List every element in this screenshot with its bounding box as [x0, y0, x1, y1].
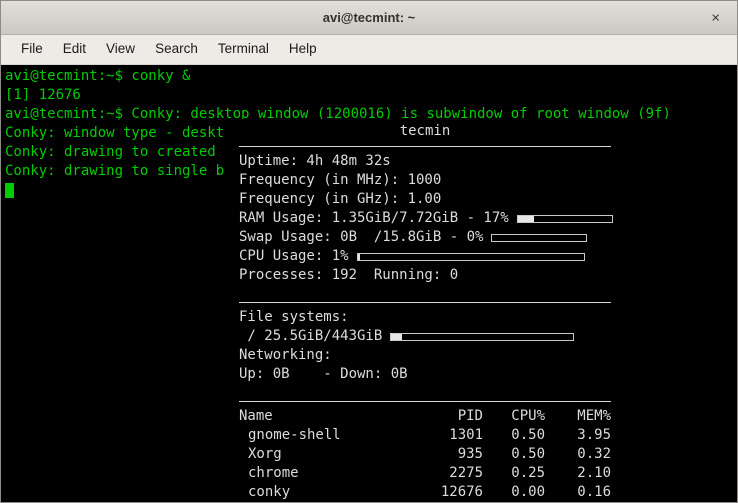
process-cpu: 0.50 — [483, 426, 545, 445]
conky-ram-text: RAM Usage: 1.35GiB/7.72GiB - 17% — [239, 209, 509, 228]
menu-view[interactable]: View — [96, 35, 145, 64]
process-table: Name PID CPU% MEM% gnome-shell 1301 0.50… — [239, 407, 611, 502]
col-pid-header: PID — [403, 407, 483, 426]
titlebar[interactable]: avi@tecmint: ~ × — [1, 1, 737, 35]
conky-net-row: Up: 0B - Down: 0B — [239, 365, 737, 384]
col-mem-header: MEM% — [545, 407, 611, 426]
swap-usage-bar — [491, 234, 587, 242]
conky-cpu-text: CPU Usage: 1% — [239, 247, 349, 266]
process-pid: 935 — [403, 445, 483, 464]
table-row: conky 12676 0.00 0.16 — [239, 483, 611, 502]
table-row: gnome-shell 1301 0.50 3.95 — [239, 426, 611, 445]
process-pid: 1301 — [403, 426, 483, 445]
menu-terminal[interactable]: Terminal — [208, 35, 279, 64]
menubar: File Edit View Search Terminal Help — [1, 35, 737, 65]
spacer — [239, 285, 737, 297]
menu-edit[interactable]: Edit — [53, 35, 96, 64]
process-mem: 2.10 — [545, 464, 611, 483]
process-mem: 3.95 — [545, 426, 611, 445]
conky-fs-header: File systems: — [239, 308, 737, 327]
filesystem-usage-bar — [390, 333, 574, 341]
conky-processes-count: Processes: 192 Running: 0 — [239, 266, 737, 285]
conky-swap-text: Swap Usage: 0B /15.8GiB - 0% — [239, 228, 483, 247]
table-row: chrome 2275 0.25 2.10 — [239, 464, 611, 483]
terminal-line: avi@tecmint:~$ conky & — [5, 67, 737, 86]
conky-divider — [239, 401, 611, 402]
process-mem: 0.16 — [545, 483, 611, 502]
conky-hostname: tecmin — [239, 122, 611, 141]
conky-net-header: Networking: — [239, 346, 737, 365]
ram-usage-bar — [517, 215, 613, 223]
terminal-line: [1] 12676 — [5, 86, 737, 105]
process-cpu: 0.50 — [483, 445, 545, 464]
process-name: chrome — [239, 464, 403, 483]
menu-file[interactable]: File — [11, 35, 53, 64]
close-icon[interactable]: × — [707, 8, 724, 27]
terminal-cursor — [5, 183, 14, 198]
process-table-header: Name PID CPU% MEM% — [239, 407, 611, 426]
col-cpu-header: CPU% — [483, 407, 545, 426]
menu-help[interactable]: Help — [279, 35, 327, 64]
conky-freq-ghz: Frequency (in GHz): 1.00 — [239, 190, 737, 209]
spacer — [239, 384, 737, 396]
process-name: Xorg — [239, 445, 403, 464]
conky-fs-text: / 25.5GiB/443GiB — [239, 327, 382, 346]
conky-fs-row: / 25.5GiB/443GiB — [239, 327, 737, 346]
window-title: avi@tecmint: ~ — [323, 10, 416, 25]
process-pid: 2275 — [403, 464, 483, 483]
cpu-usage-bar — [357, 253, 585, 261]
col-name-header: Name — [239, 407, 403, 426]
table-row: Xorg 935 0.50 0.32 — [239, 445, 611, 464]
conky-divider — [239, 302, 611, 303]
conky-ram-row: RAM Usage: 1.35GiB/7.72GiB - 17% — [239, 209, 737, 228]
conky-swap-row: Swap Usage: 0B /15.8GiB - 0% — [239, 228, 737, 247]
conky-uptime: Uptime: 4h 48m 32s — [239, 152, 737, 171]
conky-freq-mhz: Frequency (in MHz): 1000 — [239, 171, 737, 190]
conky-divider — [239, 146, 611, 147]
process-pid: 12676 — [403, 483, 483, 502]
process-cpu: 0.25 — [483, 464, 545, 483]
conky-widget: tecmin Uptime: 4h 48m 32s Frequency (in … — [237, 119, 737, 502]
terminal-screen[interactable]: avi@tecmint:~$ conky & [1] 12676 avi@tec… — [1, 65, 737, 502]
menu-search[interactable]: Search — [145, 35, 208, 64]
process-name: conky — [239, 483, 403, 502]
process-name: gnome-shell — [239, 426, 403, 445]
process-mem: 0.32 — [545, 445, 611, 464]
conky-cpu-row: CPU Usage: 1% — [239, 247, 737, 266]
process-cpu: 0.00 — [483, 483, 545, 502]
terminal-window: avi@tecmint: ~ × File Edit View Search T… — [0, 0, 738, 503]
